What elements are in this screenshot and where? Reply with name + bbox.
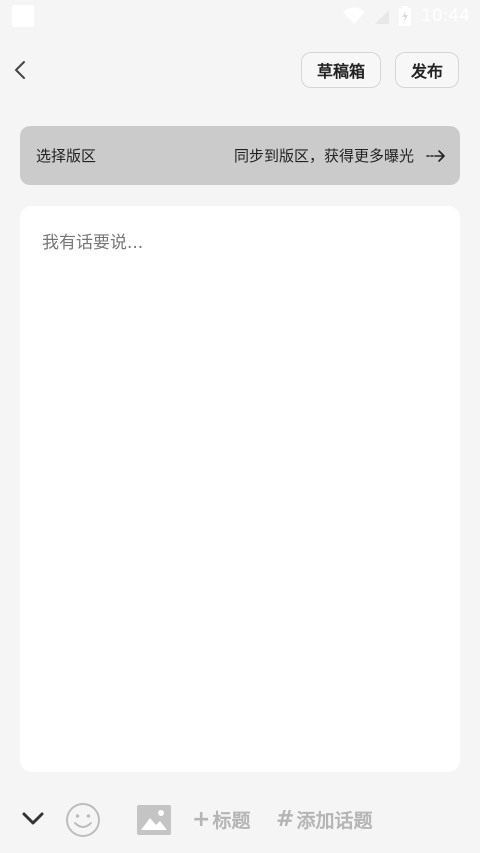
chevron-left-icon xyxy=(15,61,25,79)
arrow-right-icon xyxy=(426,149,445,162)
smiley-icon xyxy=(66,803,100,837)
notification-icon xyxy=(12,5,34,27)
section-selector-hint: 同步到版区，获得更多曝光 xyxy=(233,147,414,165)
emoji-button[interactable] xyxy=(65,802,101,838)
draft-box-button[interactable]: 草稿箱 xyxy=(301,52,381,88)
post-content-input[interactable] xyxy=(20,206,460,772)
status-indicators: 10:44 xyxy=(343,6,470,26)
status-time: 10:44 xyxy=(421,6,470,26)
publish-button[interactable]: 发布 xyxy=(395,52,459,88)
add-title-button[interactable]: + 标题 xyxy=(192,806,250,833)
back-button[interactable] xyxy=(10,56,32,84)
section-selector-label: 选择版区 xyxy=(36,147,97,165)
status-bar: 10:44 xyxy=(0,0,480,32)
signal-icon xyxy=(375,10,389,24)
plus-icon: + xyxy=(192,806,211,832)
collapse-button[interactable] xyxy=(20,808,46,828)
add-topic-button[interactable]: # 添加话题 xyxy=(276,806,372,833)
top-bar: 草稿箱 发布 xyxy=(0,50,480,90)
add-topic-label: 添加话题 xyxy=(296,810,373,832)
editor-card xyxy=(20,206,460,772)
chevron-down-icon xyxy=(22,812,44,825)
image-icon xyxy=(137,805,171,835)
section-selector[interactable]: 选择版区 同步到版区，获得更多曝光 xyxy=(20,126,460,185)
bottom-toolbar: + 标题 # 添加话题 xyxy=(0,796,480,844)
wifi-icon xyxy=(343,7,365,24)
add-title-label: 标题 xyxy=(212,810,251,832)
image-button[interactable] xyxy=(136,804,172,836)
hash-icon: # xyxy=(276,806,295,832)
battery-icon xyxy=(399,6,411,26)
